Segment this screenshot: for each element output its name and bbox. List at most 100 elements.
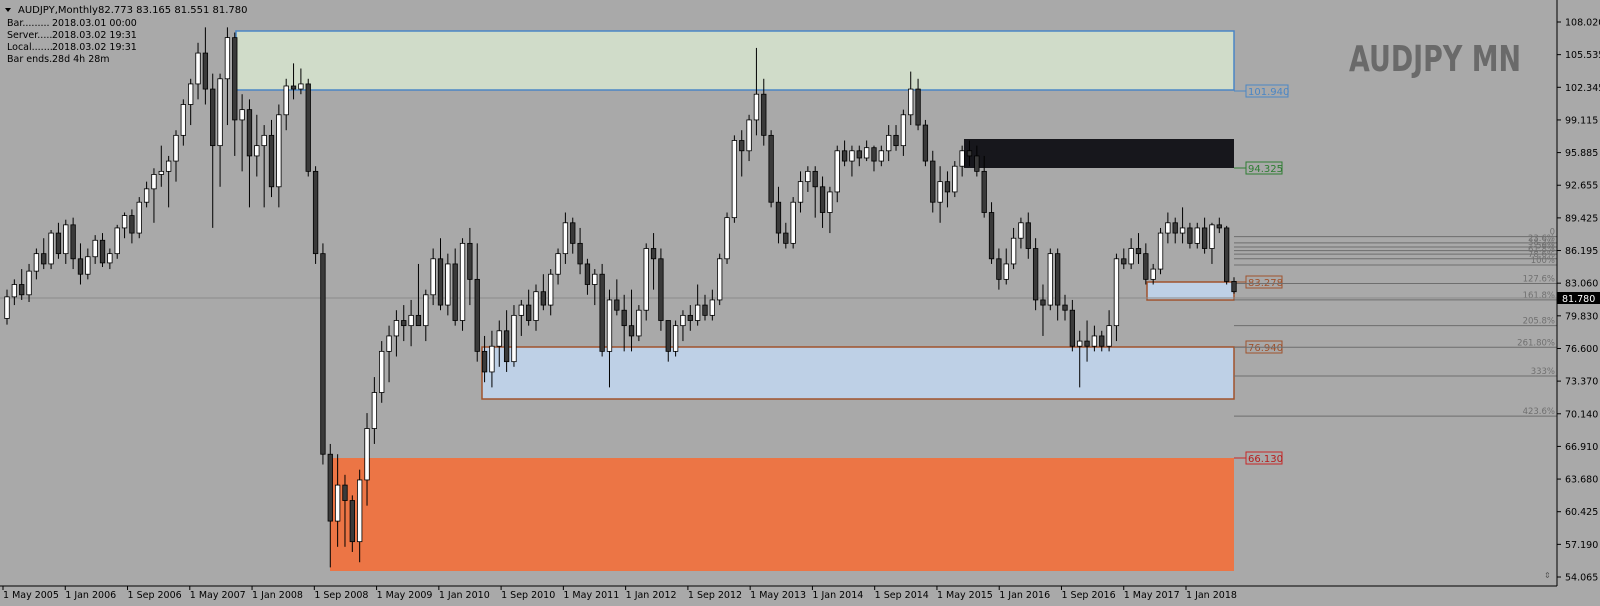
time-tick-label: 1 Jan 2008 [252, 590, 303, 601]
candle-body [1143, 253, 1149, 280]
time-tick-label: 1 May 2013 [750, 590, 806, 601]
candle-body [944, 181, 951, 193]
zone-small-demand[interactable] [1146, 281, 1235, 301]
candle-body [812, 170, 818, 188]
candle-body [1077, 340, 1083, 347]
time-tick-label: 1 May 2017 [1124, 590, 1180, 601]
candle-body [143, 188, 150, 203]
candle-body [915, 88, 921, 126]
candle-body [129, 215, 135, 234]
candle-body [922, 124, 929, 162]
candle-body [4, 296, 10, 319]
candle-body [650, 248, 657, 260]
candle-body [717, 258, 723, 301]
candle-body [533, 291, 539, 321]
candle-body [886, 134, 892, 152]
candle-body [305, 83, 311, 172]
info-label: Bar ends.. [7, 54, 55, 65]
fib-level-label: 423.6% [1523, 407, 1555, 417]
time-tick-label: 1 Jan 2016 [999, 590, 1050, 601]
price-tick-label: 99.115 [1565, 115, 1598, 126]
info-value: 2018.03.02 19:31 [52, 30, 137, 41]
candle [1157, 227, 1164, 275]
price-tick-label: 83.060 [1565, 279, 1598, 290]
candle-body [819, 186, 826, 213]
candle-body [878, 150, 884, 162]
candle-body [908, 88, 914, 116]
candle-body [797, 181, 804, 203]
price-tick-label: 54.065 [1565, 573, 1598, 584]
zone-supply-top[interactable] [235, 30, 1235, 91]
candle-body [768, 134, 774, 203]
candle-body [746, 119, 752, 152]
candle-body [1157, 232, 1164, 270]
candle-body [371, 392, 378, 429]
candle-body [1113, 258, 1120, 327]
price-tick-label: 102.345 [1565, 83, 1600, 94]
info-value: 2018.03.02 19:31 [52, 42, 137, 53]
chart-canvas[interactable]: 101.940 94.325 83.278 76.940 66.130 023.… [0, 0, 1600, 606]
candle-body [437, 258, 444, 306]
price-tick-label: 89.425 [1565, 213, 1598, 224]
chart-header: AUDJPY,Monthly 82.773 83.165 81.551 81.7… [5, 5, 248, 16]
info-label: Local....... [7, 42, 53, 53]
candle-body [474, 278, 480, 352]
candle-body [232, 37, 238, 121]
candle-body [827, 191, 833, 213]
candle-body [239, 109, 245, 121]
time-tick-label: 1 Sep 2012 [688, 590, 742, 601]
time-tick-label: 1 Sep 2014 [875, 590, 929, 601]
candle-body [577, 242, 583, 265]
candle-body [805, 170, 811, 183]
candle [724, 212, 730, 264]
zone-demand-mid[interactable] [481, 346, 1235, 400]
candle-body [481, 350, 488, 373]
candle-body [1231, 281, 1237, 293]
price-tick-label: 76.600 [1565, 344, 1598, 355]
candle-body [26, 270, 32, 296]
candle-body [1150, 268, 1156, 280]
fib-level-label: 161.8% [1523, 291, 1555, 301]
candle [658, 248, 664, 331]
candle-body [496, 330, 502, 347]
candle-body [151, 174, 157, 190]
candle-body [114, 227, 120, 255]
zone-black[interactable] [964, 139, 1234, 168]
candle-body [570, 222, 576, 244]
price-tick-label: 63.680 [1565, 475, 1598, 486]
candle-body [731, 140, 738, 219]
candle-body [658, 258, 664, 321]
price-tick-label: 79.830 [1565, 311, 1598, 322]
candle-body [327, 453, 333, 522]
candle-body [1179, 227, 1186, 234]
candle-body [165, 160, 172, 172]
candle-body [92, 239, 98, 258]
candle-body [1047, 253, 1053, 306]
candle-body [937, 181, 943, 203]
info-label: Bar......... [7, 18, 50, 29]
price-tick-label: 70.140 [1565, 409, 1598, 420]
candle [320, 243, 326, 465]
time-tick-label: 1 Sep 2008 [314, 590, 368, 601]
candle-body [33, 253, 40, 272]
candle-body [702, 304, 708, 316]
candle-body [55, 232, 62, 255]
scale-fix-icon[interactable]: ⇕ [1544, 571, 1551, 580]
candle-body [856, 150, 862, 159]
candle-body [592, 273, 598, 285]
time-tick-label: 1 Sep 2016 [1061, 590, 1115, 601]
candle-body [41, 253, 47, 265]
candle [790, 197, 796, 249]
price-tick-label: 105.535 [1565, 50, 1600, 61]
candle-body [761, 93, 767, 136]
price-tick-label: 108.020 [1565, 18, 1600, 29]
time-tick-label: 1 May 2009 [377, 590, 433, 601]
candle [952, 161, 958, 198]
candle-body [1084, 340, 1090, 347]
candle-body [974, 155, 980, 172]
candle-body [379, 350, 385, 393]
candle-body [1128, 248, 1134, 265]
candle-body [687, 314, 693, 321]
zone-demand-low[interactable] [330, 458, 1234, 571]
candle-body [643, 248, 649, 311]
